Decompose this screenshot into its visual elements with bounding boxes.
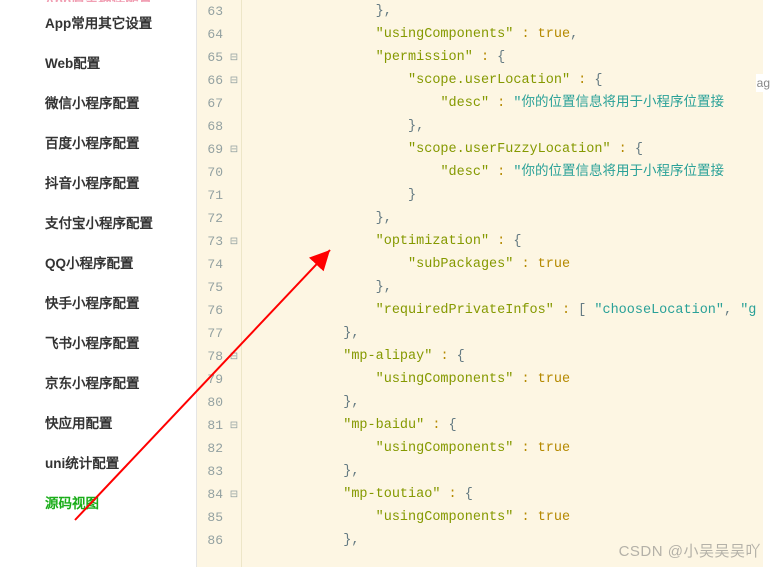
line-number: 72: [197, 207, 227, 230]
sidebar-item[interactable]: 快应用配置: [0, 402, 196, 442]
line-number: 69: [197, 138, 227, 161]
line-number: 79: [197, 368, 227, 391]
gutter-row: 85: [197, 506, 241, 529]
line-number: 78: [197, 345, 227, 368]
line-number: 64: [197, 23, 227, 46]
code-line[interactable]: },: [246, 0, 767, 23]
code-content[interactable]: }, "usingComponents" : true, "permission…: [242, 0, 771, 567]
watermark: CSDN @小吴吴吴吖: [619, 540, 761, 561]
gutter-row: 86: [197, 529, 241, 552]
gutter-row: 67: [197, 92, 241, 115]
fold-icon[interactable]: ⊟: [227, 138, 241, 161]
line-number: 67: [197, 92, 227, 115]
line-number: 77: [197, 322, 227, 345]
fold-icon[interactable]: ⊟: [227, 69, 241, 92]
gutter-row: 78⊟: [197, 345, 241, 368]
sidebar-item[interactable]: App常用其它设置: [0, 2, 196, 42]
gutter-row: 84⊟: [197, 483, 241, 506]
truncated-label: ag: [756, 74, 771, 92]
code-line[interactable]: "mp-alipay" : {: [246, 345, 767, 368]
line-number: 65: [197, 46, 227, 69]
code-line[interactable]: }: [246, 184, 767, 207]
code-line[interactable]: "permission" : {: [246, 46, 767, 69]
sidebar-item[interactable]: uni统计配置: [0, 442, 196, 482]
gutter-row: 82: [197, 437, 241, 460]
code-line[interactable]: },: [246, 391, 767, 414]
code-line[interactable]: "desc" : "你的位置信息将用于小程序位置接: [246, 161, 767, 184]
gutter-row: 72: [197, 207, 241, 230]
line-number: 66: [197, 69, 227, 92]
fold-icon[interactable]: ⊟: [227, 230, 241, 253]
gutter-row: 83: [197, 460, 241, 483]
gutter-row: 65⊟: [197, 46, 241, 69]
sidebar-item[interactable]: Web配置: [0, 42, 196, 82]
sidebar-item[interactable]: 飞书小程序配置: [0, 322, 196, 362]
sidebar-item[interactable]: 微信小程序配置: [0, 82, 196, 122]
fold-icon[interactable]: ⊟: [227, 46, 241, 69]
gutter-row: 71: [197, 184, 241, 207]
code-line[interactable]: "desc" : "你的位置信息将用于小程序位置接: [246, 92, 767, 115]
line-number: 84: [197, 483, 227, 506]
sidebar-item[interactable]: 百度小程序配置: [0, 122, 196, 162]
fold-icon[interactable]: ⊟: [227, 414, 241, 437]
line-number: 63: [197, 0, 227, 23]
gutter-row: 75: [197, 276, 241, 299]
gutter-row: 74: [197, 253, 241, 276]
sidebar-item[interactable]: App原生插件配置: [0, 0, 196, 2]
gutter: 636465⊟66⊟676869⊟70717273⊟7475767778⊟798…: [197, 0, 242, 567]
line-number: 68: [197, 115, 227, 138]
gutter-row: 77: [197, 322, 241, 345]
line-number: 75: [197, 276, 227, 299]
sidebar-item[interactable]: QQ小程序配置: [0, 242, 196, 282]
code-line[interactable]: },: [246, 460, 767, 483]
gutter-row: 68: [197, 115, 241, 138]
line-number: 81: [197, 414, 227, 437]
fold-icon[interactable]: ⊟: [227, 483, 241, 506]
gutter-row: 69⊟: [197, 138, 241, 161]
gutter-row: 76: [197, 299, 241, 322]
code-line[interactable]: "optimization" : {: [246, 230, 767, 253]
code-line[interactable]: "usingComponents" : true: [246, 506, 767, 529]
code-line[interactable]: },: [246, 115, 767, 138]
code-line[interactable]: "scope.userFuzzyLocation" : {: [246, 138, 767, 161]
line-number: 83: [197, 460, 227, 483]
code-editor[interactable]: 636465⊟66⊟676869⊟70717273⊟7475767778⊟798…: [197, 0, 771, 567]
line-number: 76: [197, 299, 227, 322]
code-line[interactable]: "usingComponents" : true: [246, 368, 767, 391]
fold-icon[interactable]: ⊟: [227, 345, 241, 368]
gutter-row: 70: [197, 161, 241, 184]
sidebar-item[interactable]: 快手小程序配置: [0, 282, 196, 322]
code-line[interactable]: },: [246, 276, 767, 299]
gutter-row: 80: [197, 391, 241, 414]
code-line[interactable]: "mp-toutiao" : {: [246, 483, 767, 506]
sidebar-item[interactable]: 京东小程序配置: [0, 362, 196, 402]
sidebar-item[interactable]: 支付宝小程序配置: [0, 202, 196, 242]
line-number: 85: [197, 506, 227, 529]
gutter-row: 64: [197, 23, 241, 46]
sidebar-item[interactable]: 抖音小程序配置: [0, 162, 196, 202]
settings-sidebar: App原生插件配置App常用其它设置Web配置微信小程序配置百度小程序配置抖音小…: [0, 0, 197, 567]
code-line[interactable]: },: [246, 207, 767, 230]
code-line[interactable]: "usingComponents" : true: [246, 437, 767, 460]
code-line[interactable]: "scope.userLocation" : {: [246, 69, 767, 92]
code-line[interactable]: },: [246, 322, 767, 345]
gutter-row: 73⊟: [197, 230, 241, 253]
line-number: 71: [197, 184, 227, 207]
line-number: 73: [197, 230, 227, 253]
code-line[interactable]: "mp-baidu" : {: [246, 414, 767, 437]
gutter-row: 79: [197, 368, 241, 391]
code-line[interactable]: "requiredPrivateInfos" : [ "chooseLocati…: [246, 299, 767, 322]
line-number: 70: [197, 161, 227, 184]
sidebar-item[interactable]: 源码视图: [0, 482, 196, 522]
code-line[interactable]: "usingComponents" : true,: [246, 23, 767, 46]
gutter-row: 81⊟: [197, 414, 241, 437]
code-line[interactable]: "subPackages" : true: [246, 253, 767, 276]
line-number: 86: [197, 529, 227, 552]
line-number: 82: [197, 437, 227, 460]
line-number: 80: [197, 391, 227, 414]
line-number: 74: [197, 253, 227, 276]
gutter-row: 63: [197, 0, 241, 23]
gutter-row: 66⊟: [197, 69, 241, 92]
